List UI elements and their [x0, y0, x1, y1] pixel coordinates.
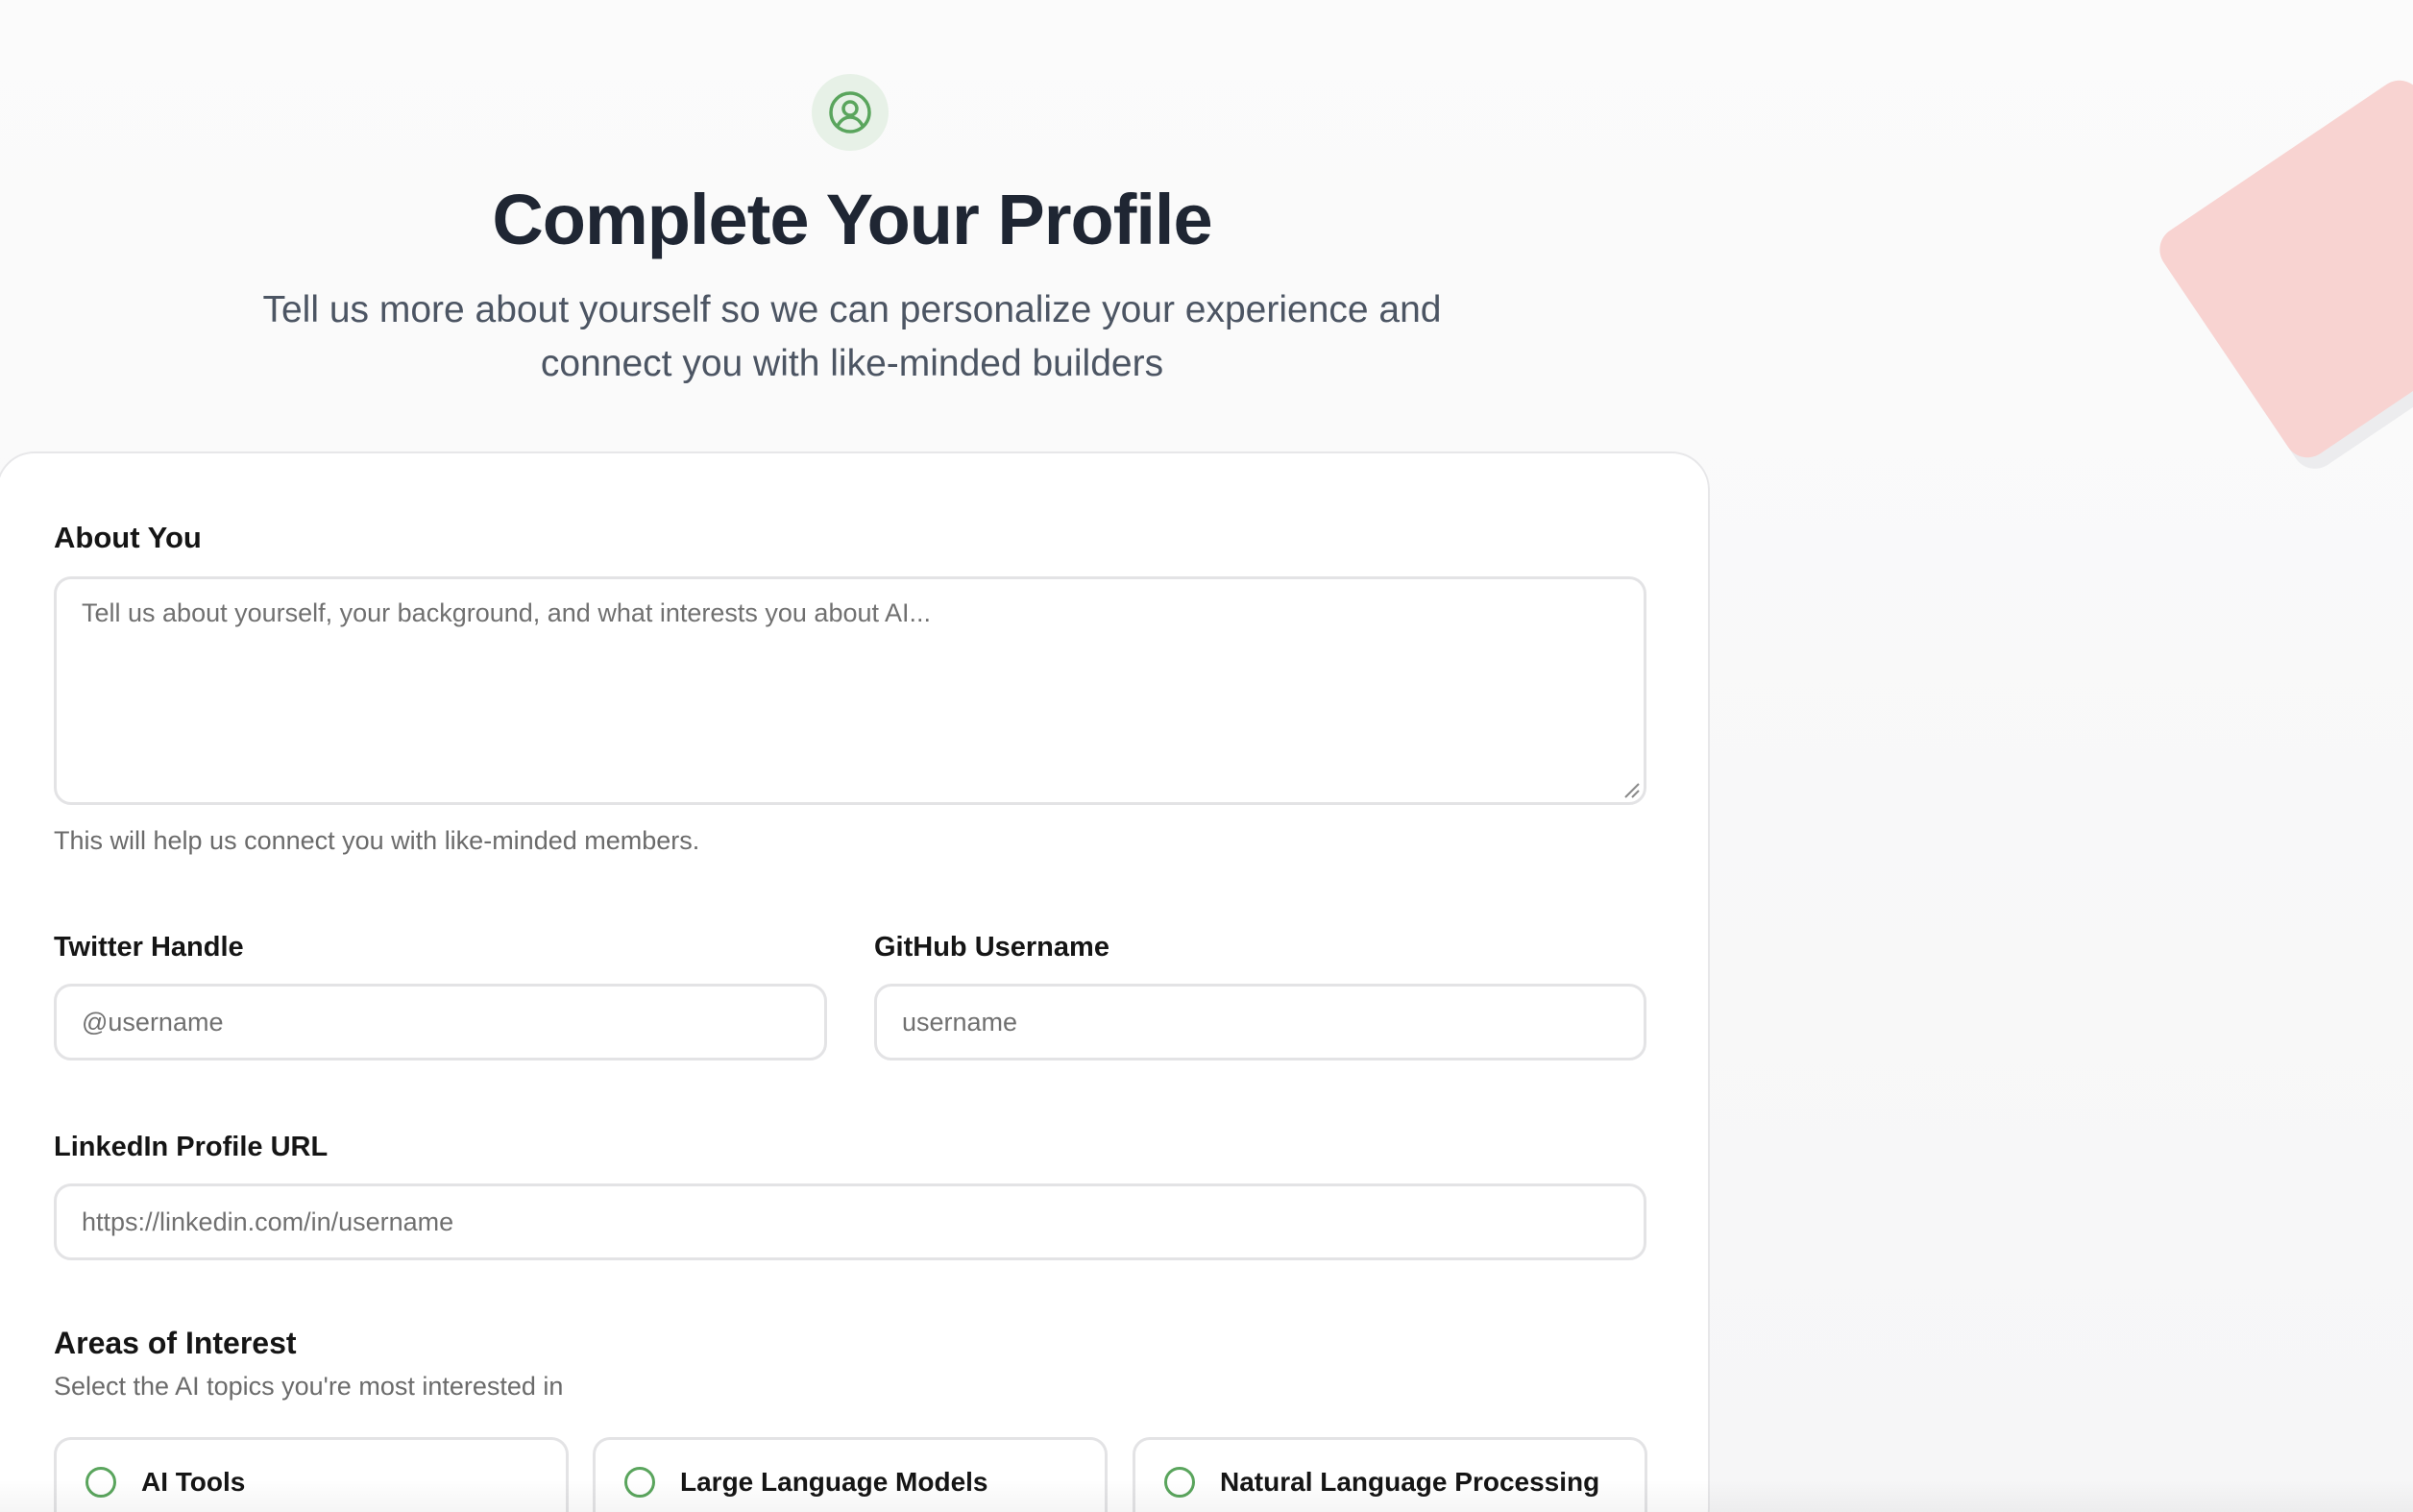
radio-unchecked-icon[interactable] [624, 1467, 655, 1498]
interest-option-label: AI Tools [141, 1467, 246, 1497]
interest-option-llm[interactable]: Large Language Models [593, 1437, 1108, 1512]
github-username-input[interactable] [874, 984, 1646, 1061]
areas-of-interest-title: Areas of Interest [54, 1326, 297, 1360]
about-you-hint: This will help us connect you with like-… [54, 826, 700, 855]
linkedin-url-label: LinkedIn Profile URL [54, 1132, 329, 1162]
interest-option-nlp[interactable]: Natural Language Processing [1133, 1437, 1647, 1512]
background-decoration-shape [2151, 71, 2413, 467]
user-circle-icon [812, 74, 889, 151]
interest-option-label: Large Language Models [680, 1467, 988, 1497]
github-username-label: GitHub Username [874, 932, 1109, 963]
radio-unchecked-icon[interactable] [85, 1467, 116, 1498]
areas-of-interest-subtitle: Select the AI topics you're most interes… [54, 1372, 564, 1401]
twitter-handle-input[interactable] [54, 984, 827, 1061]
twitter-handle-label: Twitter Handle [54, 932, 244, 963]
radio-unchecked-icon[interactable] [1164, 1467, 1195, 1498]
interest-option-ai-tools[interactable]: AI Tools [54, 1437, 569, 1512]
linkedin-url-input[interactable] [54, 1183, 1646, 1260]
interest-option-label: Natural Language Processing [1220, 1467, 1600, 1497]
resize-handle-icon[interactable] [1623, 782, 1641, 799]
page-subtitle: Tell us more about yourself so we can pe… [262, 289, 1442, 384]
about-you-textarea[interactable] [54, 576, 1646, 805]
page-title: Complete Your Profile [492, 180, 1212, 259]
about-you-label: About You [54, 521, 202, 554]
